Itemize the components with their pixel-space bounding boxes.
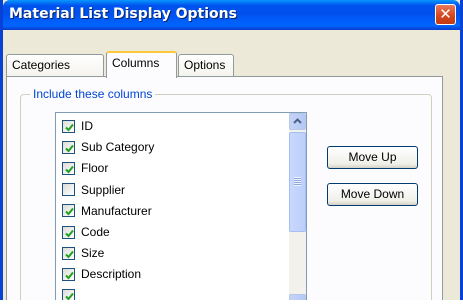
list-item-label: Size xyxy=(81,246,105,261)
list-item-label: Floor xyxy=(81,161,109,176)
list-item[interactable]: ID xyxy=(62,117,93,135)
checkbox-unchecked[interactable] xyxy=(62,183,75,197)
chevron-up-icon xyxy=(293,118,302,124)
scroll-thumb[interactable] xyxy=(289,132,306,232)
list-item-label: ID xyxy=(81,119,93,133)
list-item[interactable]: Manufacturer xyxy=(62,202,152,220)
checkbox-checked[interactable] xyxy=(62,267,75,281)
scroll-up-button[interactable] xyxy=(289,113,306,130)
move-down-button[interactable]: Move Down xyxy=(327,183,418,206)
checkbox-checked[interactable] xyxy=(62,225,75,239)
move-up-button[interactable]: Move Up xyxy=(327,146,418,169)
tab-options[interactable]: Options xyxy=(178,54,234,76)
columns-listbox[interactable]: ID Sub Category Floor Supplier Manufacturer C… xyxy=(55,112,307,305)
list-item[interactable]: Floor xyxy=(62,159,108,177)
window-title: Material List Display Options xyxy=(9,6,237,22)
checkbox-checked[interactable] xyxy=(62,204,75,218)
list-item-label: Supplier xyxy=(81,182,126,197)
groupbox-legend: Include these columns xyxy=(30,87,156,101)
tab-categories-label: Categories xyxy=(12,58,71,72)
close-icon[interactable]: ✕ xyxy=(435,4,456,25)
title-bar[interactable]: Material List Display Options ✕ xyxy=(3,0,460,30)
list-item[interactable]: Description xyxy=(62,265,141,283)
tab-options-label: Options xyxy=(184,58,226,72)
list-item-label: Code xyxy=(81,225,110,239)
checkbox-checked[interactable] xyxy=(62,161,75,175)
list-item[interactable]: Code xyxy=(62,223,110,241)
list-item-label: Description xyxy=(81,267,142,282)
vertical-scrollbar[interactable] xyxy=(289,113,306,305)
checkbox-checked[interactable] xyxy=(62,119,75,133)
tab-columns-label: Columns xyxy=(112,56,160,70)
list-item[interactable]: Supplier xyxy=(62,181,125,199)
list-item[interactable]: Sub Category xyxy=(62,138,154,156)
checkbox-checked[interactable] xyxy=(62,140,75,154)
bottom-edge xyxy=(0,300,463,305)
list-item-label: Sub Category xyxy=(81,140,155,155)
tab-columns[interactable]: Columns xyxy=(106,51,177,78)
tab-categories[interactable]: Categories xyxy=(6,54,104,76)
list-item-label: Manufacturer xyxy=(81,203,152,218)
checkbox-checked[interactable] xyxy=(62,246,75,260)
list-item[interactable]: Size xyxy=(62,244,104,262)
